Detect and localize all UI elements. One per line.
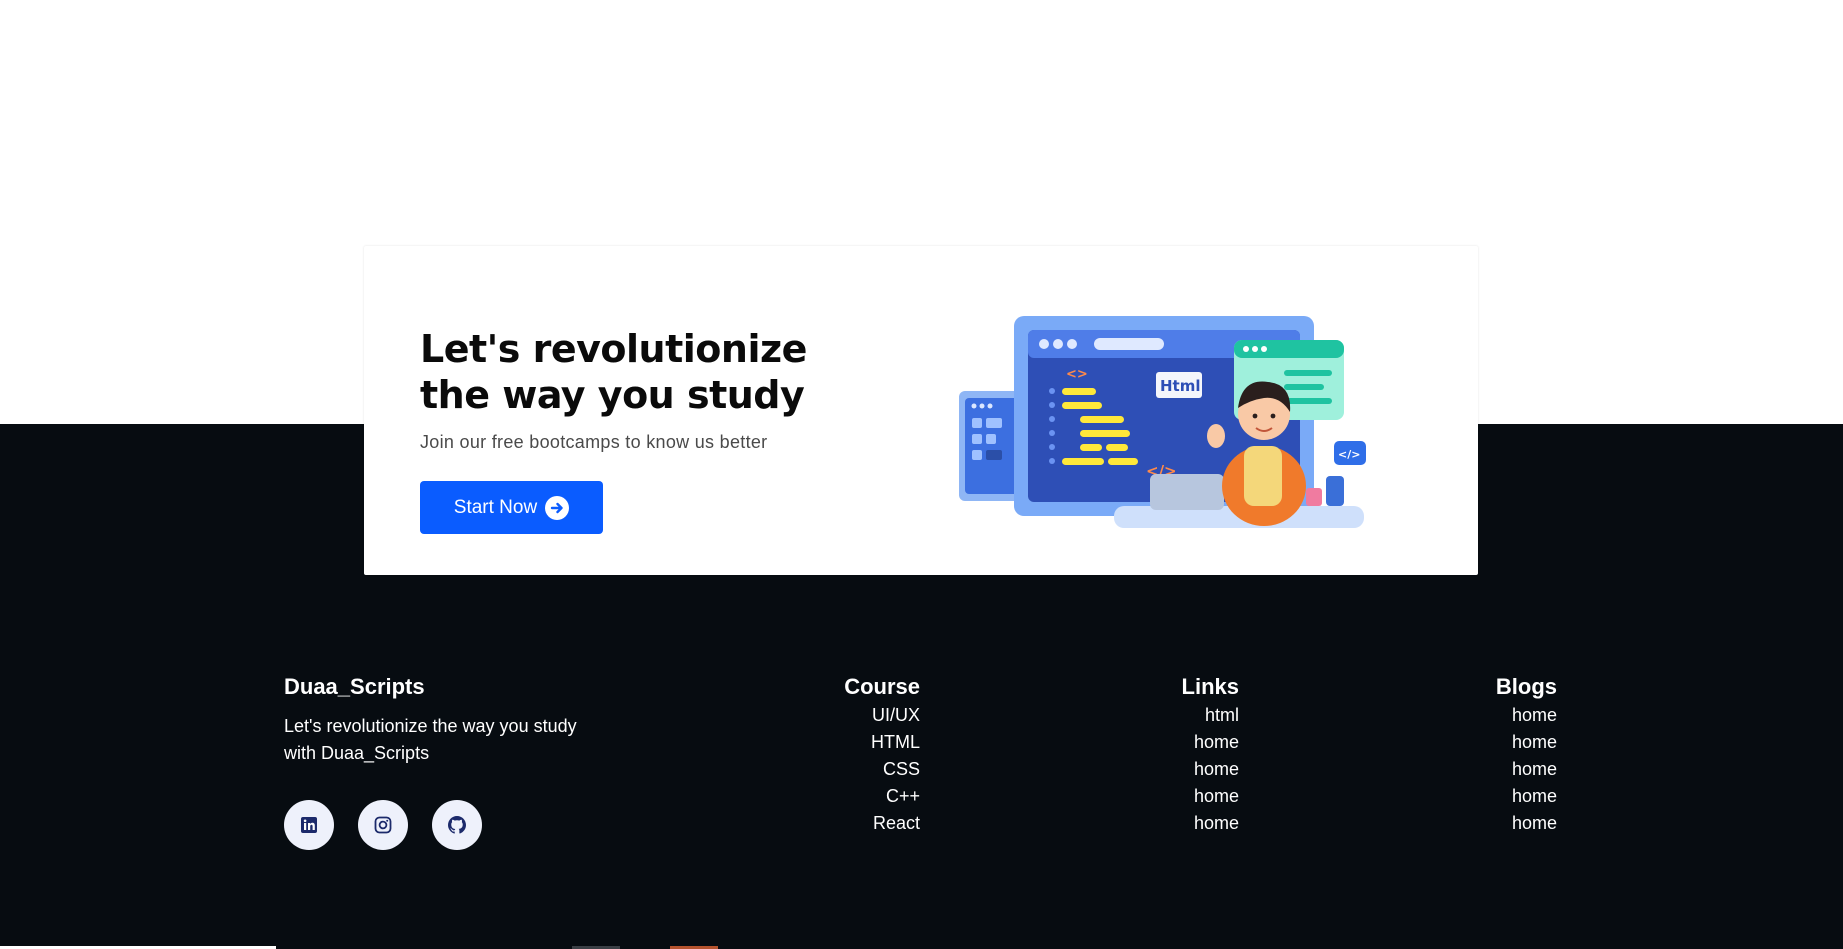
github-button[interactable] (432, 800, 482, 850)
start-now-label: Start Now (453, 496, 538, 518)
cta-card: Let's revolutionize the way you study Jo… (364, 246, 1478, 575)
instagram-button[interactable] (358, 800, 408, 850)
instagram-icon (374, 816, 392, 834)
footer-link[interactable]: home (1496, 810, 1557, 837)
footer-link[interactable]: html (1182, 702, 1239, 729)
column-heading-blogs: Blogs (1495, 674, 1557, 699)
coding-illustration: <> Html </> </> (959, 316, 1366, 528)
footer-link[interactable]: C++ (844, 783, 920, 810)
start-now-button[interactable]: Start Now (420, 481, 603, 534)
footer-link[interactable]: home (1182, 783, 1239, 810)
svg-text:Html: Html (1160, 377, 1201, 395)
footer-link[interactable]: home (1496, 702, 1557, 729)
cta-title: Let's revolutionize the way you study (420, 327, 807, 417)
column-heading-course: Course (844, 674, 920, 699)
footer-column-course: Course UI/UX HTML CSS C++ React (844, 674, 920, 837)
footer-link[interactable]: CSS (844, 756, 920, 783)
footer-link[interactable]: UI/UX (844, 702, 920, 729)
footer-link[interactable]: home (1182, 729, 1239, 756)
arrow-right-icon (545, 495, 570, 520)
linkedin-button[interactable] (284, 800, 334, 850)
footer-column-blogs: Blogs home home home home home (1496, 674, 1557, 837)
footer-link[interactable]: React (844, 810, 920, 837)
footer-link[interactable]: home (1496, 756, 1557, 783)
footer-link[interactable]: home (1496, 783, 1557, 810)
cta-subtitle: Join our free bootcamps to know us bette… (420, 432, 768, 452)
footer-link[interactable]: home (1182, 756, 1239, 783)
footer-description: Let's revolutionize the way you study wi… (284, 716, 577, 763)
linkedin-icon (301, 817, 317, 833)
svg-text:</>: </> (1338, 448, 1360, 461)
github-icon (448, 816, 466, 834)
column-heading-links: Links (1181, 674, 1239, 699)
footer-column-links: Links html home home home home (1182, 674, 1239, 837)
footer-link[interactable]: home (1182, 810, 1239, 837)
footer-link[interactable]: home (1496, 729, 1557, 756)
footer-brand: Duaa_Scripts (284, 674, 425, 699)
footer-link[interactable]: HTML (844, 729, 920, 756)
svg-text:<>: <> (1066, 367, 1088, 382)
